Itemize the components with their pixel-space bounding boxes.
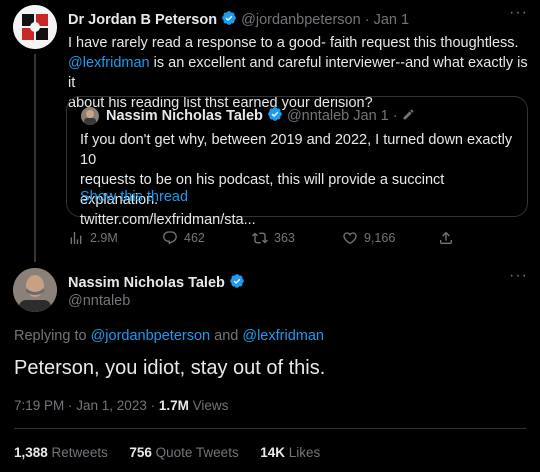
retweet-icon (252, 232, 268, 244)
avatar-nntaleb-small (81, 107, 99, 125)
reply-count: 462 (184, 231, 205, 245)
analytics-icon (70, 232, 82, 244)
tweet-date[interactable]: Jan 1 (374, 12, 409, 28)
mention-lexfridman[interactable]: @lexfridman (68, 55, 150, 71)
display-name[interactable]: Dr Jordan B Peterson (68, 12, 217, 28)
person-avatar-icon (13, 268, 57, 312)
quote-header: Nassim Nicholas Taleb @nntaleb Jan 1 · (106, 106, 415, 124)
retweet-button[interactable]: 363 (252, 230, 295, 246)
retweet-count: 363 (274, 231, 295, 245)
views-stat[interactable]: 2.9M (68, 230, 118, 246)
verified-badge-icon (268, 107, 282, 121)
replying-to-label: Replying to (14, 328, 91, 344)
quote-text-line: If you don't get why, between 2019 and 2… (80, 132, 513, 168)
quote-tweets-stat[interactable]: 756 Quote Tweets (129, 445, 238, 460)
avatar-jordanbpeterson[interactable] (13, 5, 57, 49)
tweet-timestamp[interactable]: 7:19 PM · Jan 1, 2023 · (14, 398, 159, 413)
quote-display-name: Nassim Nicholas Taleb (106, 108, 263, 124)
heart-icon (343, 232, 357, 245)
divider (14, 428, 526, 429)
like-count: 9,166 (364, 231, 396, 245)
person-avatar-icon (84, 110, 96, 125)
tweet-header: Dr Jordan B Peterson @jordanbpeterson · … (68, 10, 409, 28)
reply-button[interactable]: 462 (162, 230, 205, 246)
display-name[interactable]: Nassim Nicholas Taleb (68, 275, 225, 291)
replying-and: and (210, 328, 243, 344)
verified-badge-icon (230, 274, 244, 288)
quote-handle: @nntaleb (286, 108, 350, 124)
jbp-logo-icon (13, 5, 57, 49)
engagement-stats: 1,388 Retweets 756 Quote Tweets 14K Like… (14, 445, 320, 460)
replying-to: Replying to @jordanbpeterson and @lexfri… (14, 328, 324, 344)
quote-tweets-label: Quote Tweets (151, 445, 239, 460)
views-count: 2.9M (90, 231, 118, 245)
handle[interactable]: @jordanbpeterson (241, 12, 361, 28)
like-button[interactable]: 9,166 (342, 230, 395, 246)
verified-badge-icon (222, 11, 236, 25)
thread-connector-line (34, 54, 36, 262)
reply-icon (163, 231, 177, 245)
likes-stat[interactable]: 14K Likes (260, 445, 320, 460)
retweets-count: 1,388 (14, 445, 48, 460)
views-label: Views (188, 398, 229, 413)
share-button[interactable] (438, 230, 454, 246)
edited-pencil-icon (403, 109, 414, 120)
more-options-icon[interactable]: ··· (509, 4, 528, 22)
likes-label: Likes (285, 445, 321, 460)
quote-text: If you don't get why, between 2019 and 2… (80, 130, 520, 230)
tweet-text-line: I have rarely read a response to a good-… (68, 35, 519, 51)
more-options-icon[interactable]: ··· (509, 267, 528, 285)
views-count: 1.7M (158, 398, 189, 413)
share-icon (440, 231, 452, 244)
retweets-label: Retweets (47, 445, 108, 460)
likes-count: 14K (260, 445, 285, 460)
separator-dot: · (364, 12, 370, 28)
tweet-text-line: @lexfridman is an excellent and careful … (68, 53, 528, 93)
mention-jordanbpeterson[interactable]: @jordanbpeterson (91, 328, 211, 344)
main-tweet-text: Peterson, you idiot, stay out of this. (14, 357, 326, 379)
handle[interactable]: @nntaleb (68, 293, 130, 309)
mention-lexfridman[interactable]: @lexfridman (242, 328, 324, 344)
retweets-stat[interactable]: 1,388 Retweets (14, 445, 108, 460)
quoted-tweet-card[interactable]: Nassim Nicholas Taleb @nntaleb Jan 1 · I… (66, 96, 528, 228)
show-thread-link[interactable]: Show this thread (80, 189, 188, 205)
avatar-nntaleb[interactable] (13, 268, 57, 312)
quote-link[interactable]: twitter.com/lexfridman/sta... (80, 210, 520, 230)
author-name-row: Nassim Nicholas Taleb (68, 273, 245, 291)
quote-tweets-count: 756 (129, 445, 152, 460)
quote-date: Jan 1 · (353, 108, 398, 124)
tweet-timestamp-row: 7:19 PM · Jan 1, 2023 · 1.7M Views (14, 398, 228, 413)
